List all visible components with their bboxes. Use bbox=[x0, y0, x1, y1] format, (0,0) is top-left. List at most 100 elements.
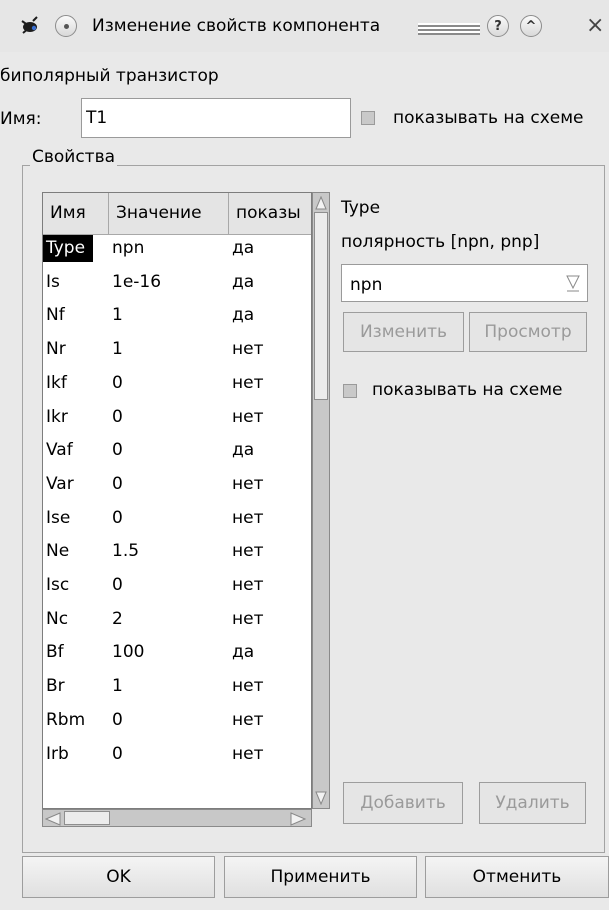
show-name-label: показывать на схеме bbox=[393, 108, 584, 128]
cell-show: нет bbox=[232, 709, 264, 730]
column-header-value[interactable]: Значение bbox=[109, 193, 229, 235]
cell-value: 2 bbox=[112, 608, 123, 629]
change-button[interactable]: Изменить bbox=[343, 312, 464, 352]
cell-value: 0 bbox=[112, 473, 123, 494]
cell-show: нет bbox=[232, 507, 264, 528]
cancel-button[interactable]: Отменить bbox=[425, 856, 609, 898]
remove-property-button[interactable]: Удалить bbox=[479, 782, 586, 824]
combo-value: npn bbox=[350, 275, 383, 295]
show-property-label: показывать на схеме bbox=[372, 380, 563, 400]
title-grip bbox=[418, 23, 480, 35]
cell-show: да bbox=[232, 271, 255, 292]
ok-button[interactable]: OK bbox=[22, 856, 215, 898]
cell-name: Nf bbox=[46, 305, 65, 326]
window-title: Изменение свойств компонента bbox=[92, 16, 381, 36]
cell-value: 0 bbox=[112, 507, 123, 528]
cell-value: 1 bbox=[112, 339, 123, 360]
cell-value: 0 bbox=[112, 440, 123, 461]
cell-show: да bbox=[232, 642, 255, 663]
cell-show: да bbox=[232, 238, 255, 258]
table-row[interactable]: Ne 1.5 нет bbox=[43, 538, 311, 565]
cell-show: да bbox=[232, 440, 255, 461]
cell-name: Ikf bbox=[46, 372, 67, 393]
table-row[interactable]: Ise 0 нет bbox=[43, 505, 311, 532]
scroll-down-icon[interactable] bbox=[315, 790, 327, 806]
name-label: Имя: bbox=[0, 109, 42, 129]
shade-button[interactable]: ^ bbox=[520, 15, 542, 37]
table-row[interactable]: Nf 1 да bbox=[43, 302, 311, 329]
cell-value: 0 bbox=[112, 709, 123, 730]
chevron-up-icon: ^ bbox=[525, 18, 537, 34]
scroll-left-icon[interactable] bbox=[44, 811, 61, 826]
column-header-name[interactable]: Имя bbox=[43, 193, 109, 235]
window-menu-button[interactable] bbox=[55, 15, 77, 37]
dot-icon bbox=[63, 23, 69, 29]
table-row[interactable]: Irb 0 нет bbox=[43, 741, 311, 768]
cell-name: Isc bbox=[46, 575, 70, 595]
cell-show: нет bbox=[232, 676, 264, 697]
cell-name: Type bbox=[43, 235, 94, 262]
horizontal-scroll-thumb[interactable] bbox=[64, 811, 110, 825]
show-name-checkbox[interactable] bbox=[361, 111, 375, 125]
close-button[interactable]: × bbox=[586, 13, 604, 38]
cell-show: да bbox=[232, 305, 255, 326]
cell-name: Br bbox=[46, 676, 65, 697]
cell-value: 1 bbox=[112, 305, 123, 326]
cell-value: 1 bbox=[112, 676, 123, 697]
vertical-scroll-thumb[interactable] bbox=[314, 212, 328, 400]
cell-show: нет bbox=[232, 473, 264, 494]
add-property-button[interactable]: Добавить bbox=[343, 782, 463, 824]
table-row[interactable]: Type npn да bbox=[43, 235, 311, 262]
cell-name: Nc bbox=[46, 608, 69, 629]
cell-name: Irb bbox=[46, 743, 69, 764]
cell-name: Nr bbox=[46, 339, 66, 360]
component-type-label: биполярный транзистор bbox=[0, 66, 219, 86]
help-icon: ? bbox=[494, 18, 502, 34]
show-property-checkbox[interactable] bbox=[343, 384, 357, 398]
table-row[interactable]: Is 1e-16 да bbox=[43, 269, 311, 296]
cell-value: 0 bbox=[112, 743, 123, 764]
value-combobox[interactable]: npn bbox=[341, 264, 588, 302]
cell-value: 1.5 bbox=[112, 541, 140, 562]
scroll-right-icon[interactable] bbox=[290, 811, 307, 826]
table-row[interactable]: Ikf 0 нет bbox=[43, 370, 311, 397]
cell-show: нет bbox=[232, 406, 264, 427]
properties-table[interactable]: Имя Значение показы Type npn да Is 1e-16 да Nf… bbox=[42, 192, 312, 809]
table-row[interactable]: Nr 1 нет bbox=[43, 336, 311, 363]
cell-value: 0 bbox=[112, 575, 123, 595]
table-row[interactable]: Bf 100 да bbox=[43, 639, 311, 666]
cell-value: 0 bbox=[112, 372, 123, 393]
cell-show: нет bbox=[232, 608, 264, 629]
app-icon bbox=[21, 16, 38, 34]
cell-name: Vaf bbox=[46, 440, 73, 461]
cell-show: нет bbox=[232, 743, 264, 764]
cell-name: Var bbox=[46, 473, 74, 494]
table-row[interactable]: Isc 0 нет bbox=[43, 572, 311, 599]
properties-group-title: Свойства bbox=[30, 147, 118, 167]
table-row[interactable]: Nc 2 нет bbox=[43, 606, 311, 633]
cell-name: Ise bbox=[46, 507, 71, 528]
cell-name: Is bbox=[46, 271, 60, 292]
cell-value: 0 bbox=[112, 406, 123, 427]
table-row[interactable]: Rbm 0 нет bbox=[43, 707, 311, 734]
table-row[interactable]: Ikr 0 нет bbox=[43, 404, 311, 431]
browse-button[interactable]: Просмотр bbox=[469, 312, 587, 352]
help-button[interactable]: ? bbox=[487, 15, 509, 37]
column-header-show[interactable]: показы bbox=[229, 193, 311, 235]
cell-value: 100 bbox=[112, 642, 145, 663]
apply-button[interactable]: Применить bbox=[224, 856, 417, 898]
scroll-up-icon[interactable] bbox=[315, 195, 327, 210]
cell-name: Bf bbox=[46, 642, 64, 663]
cell-show: нет bbox=[232, 541, 264, 562]
cell-show: нет bbox=[232, 575, 264, 595]
cell-name: Ne bbox=[46, 541, 70, 562]
name-input[interactable] bbox=[81, 98, 351, 138]
cell-name: Rbm bbox=[46, 709, 86, 730]
cell-value: npn bbox=[112, 238, 145, 258]
table-row[interactable]: Vaf 0 да bbox=[43, 437, 311, 464]
table-row[interactable]: Br 1 нет bbox=[43, 673, 311, 700]
cell-name: Ikr bbox=[46, 406, 68, 427]
table-row[interactable]: Var 0 нет bbox=[43, 471, 311, 498]
cell-show: нет bbox=[232, 372, 264, 393]
close-icon: × bbox=[586, 13, 605, 38]
